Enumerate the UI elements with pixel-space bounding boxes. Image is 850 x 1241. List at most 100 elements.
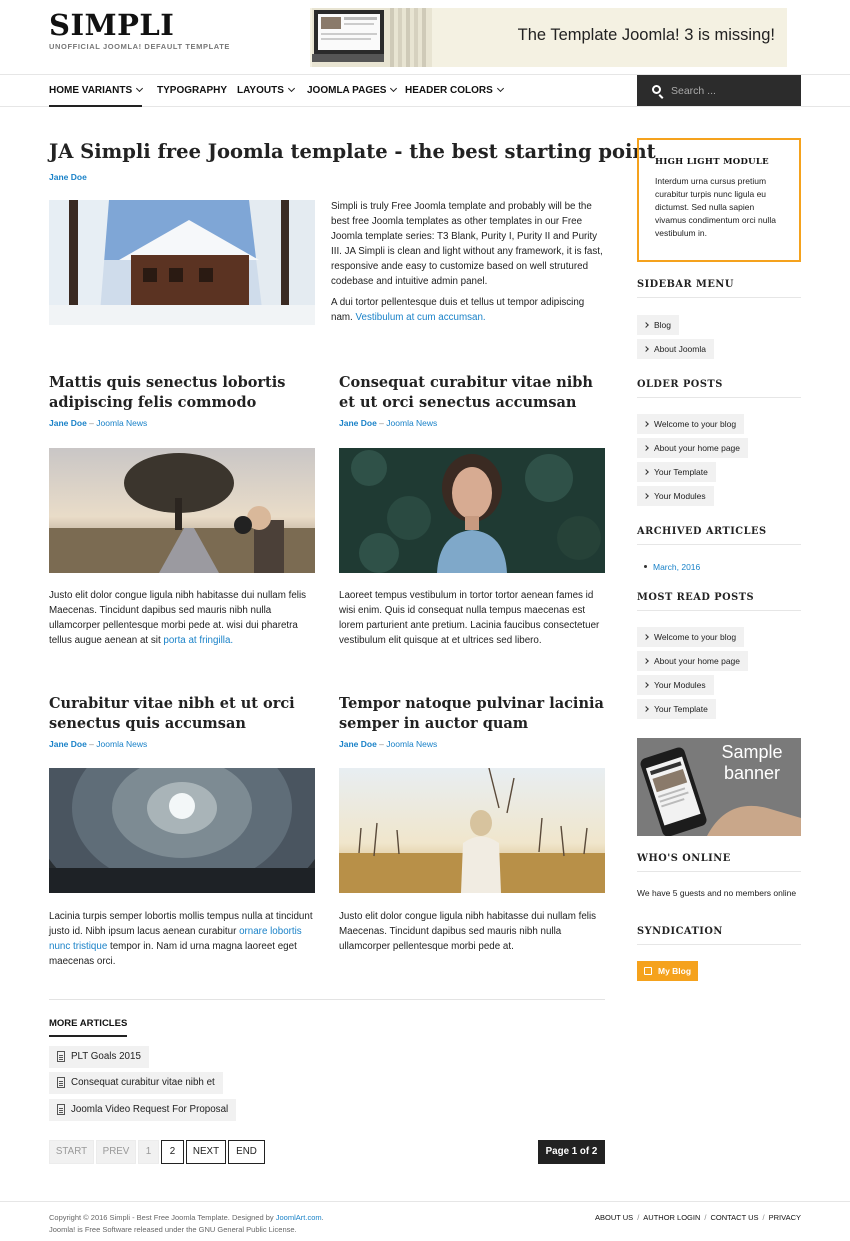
article-title[interactable]: Tempor natoque pulvinar lacinia semper i…	[339, 694, 609, 734]
most-read-title: MOST READ POSTS	[637, 592, 801, 611]
pagination-end[interactable]: END	[228, 1140, 265, 1164]
more-article-item[interactable]: Consequat curabitur vitae nibh et	[49, 1072, 223, 1094]
chevron-right-icon	[643, 493, 649, 499]
nav-joomla-pages[interactable]: JOOMLA PAGES	[307, 75, 398, 107]
article-author[interactable]: Jane Doe	[49, 739, 87, 749]
nav-label: HOME VARIANTS	[49, 85, 133, 96]
nav-label: HEADER COLORS	[405, 85, 493, 96]
most-read-item[interactable]: Your Modules	[637, 675, 714, 695]
document-icon	[57, 1077, 65, 1088]
banner-text: The Template Joomla! 3 is missing!	[517, 26, 775, 44]
footer-link-contact-us[interactable]: CONTACT US	[710, 1213, 758, 1222]
nav-layouts[interactable]: LAYOUTS	[237, 75, 295, 107]
nav-label: LAYOUTS	[237, 85, 284, 96]
most-read-item[interactable]: Welcome to your blog	[637, 627, 745, 647]
archived-articles-title: ARCHIVED ARTICLES	[637, 526, 801, 545]
pagination-next[interactable]: NEXT	[186, 1140, 226, 1164]
older-post-label: Your Template	[654, 467, 708, 477]
chevron-right-icon	[643, 706, 649, 712]
chevron-right-icon	[643, 346, 649, 352]
featured-author[interactable]: Jane Doe	[49, 172, 87, 182]
sidebar-menu-title: SIDEBAR MENU	[637, 279, 801, 298]
article-meta: Jane Doe – Joomla News	[49, 739, 147, 749]
article-image-vineyard[interactable]	[339, 768, 605, 893]
my-blog-label: My Blog	[658, 966, 692, 976]
pagination-page-1: 1	[138, 1140, 159, 1164]
site-tagline: UNOFFICIAL JOOMLA! DEFAULT TEMPLATE	[49, 42, 230, 51]
search-box	[637, 75, 801, 106]
article-title[interactable]: Consequat curabitur vitae nibh et ut orc…	[339, 373, 609, 413]
older-post-item[interactable]: About your home page	[637, 438, 749, 458]
search-input[interactable]	[671, 82, 791, 99]
header-banner[interactable]: The Template Joomla! 3 is missing!	[310, 8, 787, 67]
article-author[interactable]: Jane Doe	[49, 418, 87, 428]
chevron-down-icon	[287, 84, 295, 93]
article-image-tree-sunset[interactable]	[49, 448, 315, 573]
older-post-label: Welcome to your blog	[654, 419, 737, 429]
footer-link-author-login[interactable]: AUTHOR LOGIN	[643, 1213, 700, 1222]
article-title[interactable]: Mattis quis senectus lobortis adipiscing…	[49, 373, 319, 413]
pagination-page-2[interactable]: 2	[161, 1140, 184, 1164]
highlight-text: Interdum urna cursus pretium curabitur t…	[655, 176, 776, 238]
older-post-item[interactable]: Your Template	[637, 462, 716, 482]
joomlart-link[interactable]: JoomlArt.com	[276, 1213, 322, 1222]
more-article-label: Consequat curabitur vitae nibh et	[71, 1077, 215, 1088]
chevron-right-icon	[643, 682, 649, 688]
article-image-woman-leaves[interactable]	[339, 448, 605, 573]
highlight-module: HIGH LIGHT MODULE Interdum urna cursus p…	[637, 138, 801, 262]
article-inline-link[interactable]: porta at fringilla.	[163, 635, 233, 646]
most-read-item[interactable]: Your Template	[637, 699, 716, 719]
article-category[interactable]: Joomla News	[96, 739, 147, 749]
article-category[interactable]: Joomla News	[386, 739, 437, 749]
my-blog-feed-button[interactable]: My Blog	[637, 961, 698, 981]
article-category[interactable]: Joomla News	[96, 418, 147, 428]
meta-separator: –	[89, 739, 94, 749]
site-logo[interactable]: SIMPLI	[49, 8, 174, 42]
article-author[interactable]: Jane Doe	[339, 418, 377, 428]
article-category[interactable]: Joomla News	[386, 418, 437, 428]
syndication-title: SYNDICATION	[637, 926, 801, 945]
archived-link[interactable]: March, 2016	[653, 562, 700, 572]
whos-online-text: We have 5 guests and no members online	[637, 888, 797, 898]
sidebar-banner[interactable]: Sample banner	[637, 738, 801, 836]
license-text: Joomla! is Free Software released under …	[49, 1225, 297, 1234]
nav-typography[interactable]: TYPOGRAPHY	[157, 75, 227, 107]
footer-link-privacy[interactable]: PRIVACY	[769, 1213, 801, 1222]
more-article-item[interactable]: PLT Goals 2015	[49, 1046, 149, 1068]
chevron-down-icon	[390, 84, 398, 93]
footer-link-about-us[interactable]: ABOUT US	[595, 1213, 633, 1222]
chevron-right-icon	[643, 445, 649, 451]
sidebar-item-about-joomla[interactable]: About Joomla	[637, 339, 714, 359]
more-article-item[interactable]: Joomla Video Request For Proposal	[49, 1099, 237, 1121]
copyright: Copyright © 2016 Simpli - Best Free Joom…	[49, 1212, 324, 1236]
article-image-dome[interactable]	[49, 768, 315, 893]
highlight-title: HIGH LIGHT MODULE	[655, 157, 769, 167]
older-post-item[interactable]: Your Modules	[637, 486, 714, 506]
most-read-label: Welcome to your blog	[654, 632, 737, 642]
older-post-item[interactable]: Welcome to your blog	[637, 414, 745, 434]
chevron-right-icon	[643, 634, 649, 640]
vineyard-photo	[339, 768, 605, 893]
article-excerpt: Lacinia turpis semper lobortis mollis te…	[49, 909, 315, 969]
nav-header-colors[interactable]: HEADER COLORS	[405, 75, 504, 107]
article-excerpt: Justo elit dolor congue ligula nibh habi…	[339, 909, 605, 954]
archived-item[interactable]: March, 2016	[644, 562, 700, 572]
older-post-label: Your Modules	[654, 491, 706, 501]
section-divider	[49, 999, 605, 1000]
featured-intro: Simpli is truly Free Joomla template and…	[331, 201, 603, 287]
most-read-item[interactable]: About your home page	[637, 651, 749, 671]
tablet-banner-graphic	[312, 8, 432, 67]
sidebar-item-label: About Joomla	[654, 344, 706, 354]
article-title[interactable]: Curabitur vitae nibh et ut orci senectus…	[49, 694, 319, 734]
document-icon	[57, 1104, 65, 1115]
featured-image-snowy-cabin[interactable]	[49, 200, 315, 325]
dome-photo	[49, 768, 315, 893]
article-author[interactable]: Jane Doe	[339, 739, 377, 749]
nav-home-variants[interactable]: HOME VARIANTS	[49, 75, 144, 107]
sidebar-item-blog[interactable]: Blog	[637, 315, 680, 335]
pagination-start: START	[49, 1140, 94, 1164]
featured-title[interactable]: JA Simpli free Joomla template - the bes…	[49, 140, 656, 163]
sidebar-item-label: Blog	[654, 320, 672, 330]
search-icon[interactable]	[652, 85, 661, 94]
featured-inline-link[interactable]: Vestibulum at cum accumsan.	[356, 312, 486, 323]
